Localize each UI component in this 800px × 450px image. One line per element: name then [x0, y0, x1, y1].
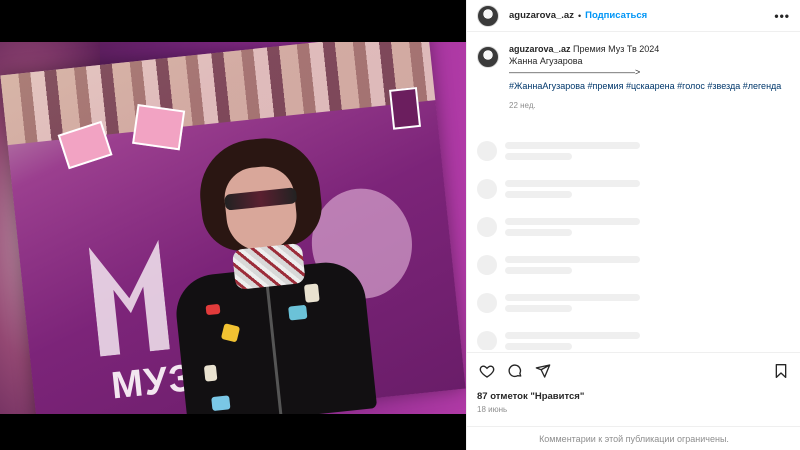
caption-arrow: ——————————————>: [509, 67, 641, 77]
header-separator: •: [577, 10, 582, 21]
photo-sign: [132, 104, 186, 151]
comments-section[interactable]: aguzarova_.az Премия Муз Тв 2024 Жанна А…: [467, 32, 800, 350]
more-options-icon[interactable]: •••: [774, 9, 790, 23]
skeleton-line: [505, 179, 640, 187]
skeleton-avatar: [477, 140, 497, 161]
skeleton-line: [505, 304, 572, 312]
avatar[interactable]: [477, 4, 499, 27]
instagram-post-modal: МУЗ aguzarova_.az • Подписаться ••• aguz…: [0, 0, 800, 450]
post-username[interactable]: aguzarova_.az: [509, 10, 574, 21]
skeleton-avatar: [477, 254, 497, 275]
share-icon[interactable]: [533, 361, 553, 381]
loading-comment: [477, 322, 791, 350]
loading-comment: [477, 284, 791, 322]
caption-name: Жанна Агузарова: [509, 55, 583, 66]
comment-icon[interactable]: [505, 361, 525, 381]
jacket-patch: [205, 303, 221, 316]
skeleton-avatar: [477, 178, 497, 199]
caption-username[interactable]: aguzarova_.az: [509, 44, 571, 54]
loading-comment: [477, 132, 791, 170]
skeleton-line: [505, 293, 640, 301]
skeleton-line: [505, 342, 572, 350]
bookmark-icon[interactable]: [771, 361, 791, 381]
loading-comment: [477, 208, 791, 246]
skeleton-line: [505, 152, 572, 160]
skeleton-line: [505, 331, 640, 339]
photo-content: МУЗ: [0, 42, 466, 414]
post-side-panel: aguzarova_.az • Подписаться ••• aguzarov…: [466, 0, 800, 450]
person-scarf: [231, 242, 306, 290]
skeleton-avatar: [477, 330, 497, 350]
caption-body: aguzarova_.az Премия Муз Тв 2024 Жанна А…: [509, 44, 781, 112]
skeleton-line: [505, 217, 640, 225]
post-date[interactable]: 18 июнь: [477, 405, 791, 414]
post-media[interactable]: МУЗ: [0, 0, 466, 450]
action-icons: [477, 361, 791, 381]
skeleton-line: [505, 255, 640, 263]
post-actions: 87 отметок "Нравится" 18 июнь: [467, 352, 800, 414]
post-caption: aguzarova_.az Премия Муз Тв 2024 Жанна А…: [477, 44, 791, 112]
skeleton-line: [505, 141, 640, 149]
post-header: aguzarova_.az • Подписаться •••: [467, 0, 800, 32]
loading-comment: [477, 170, 791, 208]
jacket-patch: [288, 304, 308, 321]
post-photo[interactable]: МУЗ: [0, 42, 466, 414]
caption-time: 22 нед.: [509, 101, 536, 110]
skeleton-line: [505, 228, 572, 236]
skeleton-avatar: [477, 216, 497, 237]
comments-loading-placeholder: [477, 132, 791, 350]
skeleton-avatar: [477, 292, 497, 313]
follow-button[interactable]: Подписаться: [585, 10, 647, 21]
caption-title: Премия Муз Тв 2024: [573, 44, 660, 54]
jacket-patch: [303, 283, 320, 303]
photo-person: [159, 129, 378, 414]
muz-tv-logo-mark: [88, 239, 170, 357]
jacket-patch: [211, 395, 231, 412]
loading-comment: [477, 246, 791, 284]
skeleton-line: [505, 266, 572, 274]
caption-hashtags[interactable]: #ЖаннаАгузарова #премия #цскаарена #голо…: [509, 81, 781, 93]
heart-icon[interactable]: [477, 361, 497, 381]
skeleton-line: [505, 190, 572, 198]
likes-count[interactable]: 87 отметок "Нравится": [477, 391, 791, 402]
jacket-patch: [203, 364, 218, 382]
caption-avatar[interactable]: [477, 46, 499, 68]
comments-limited-notice: Комментарии к этой публикации ограничены…: [467, 426, 800, 450]
photo-sign: [389, 86, 422, 130]
